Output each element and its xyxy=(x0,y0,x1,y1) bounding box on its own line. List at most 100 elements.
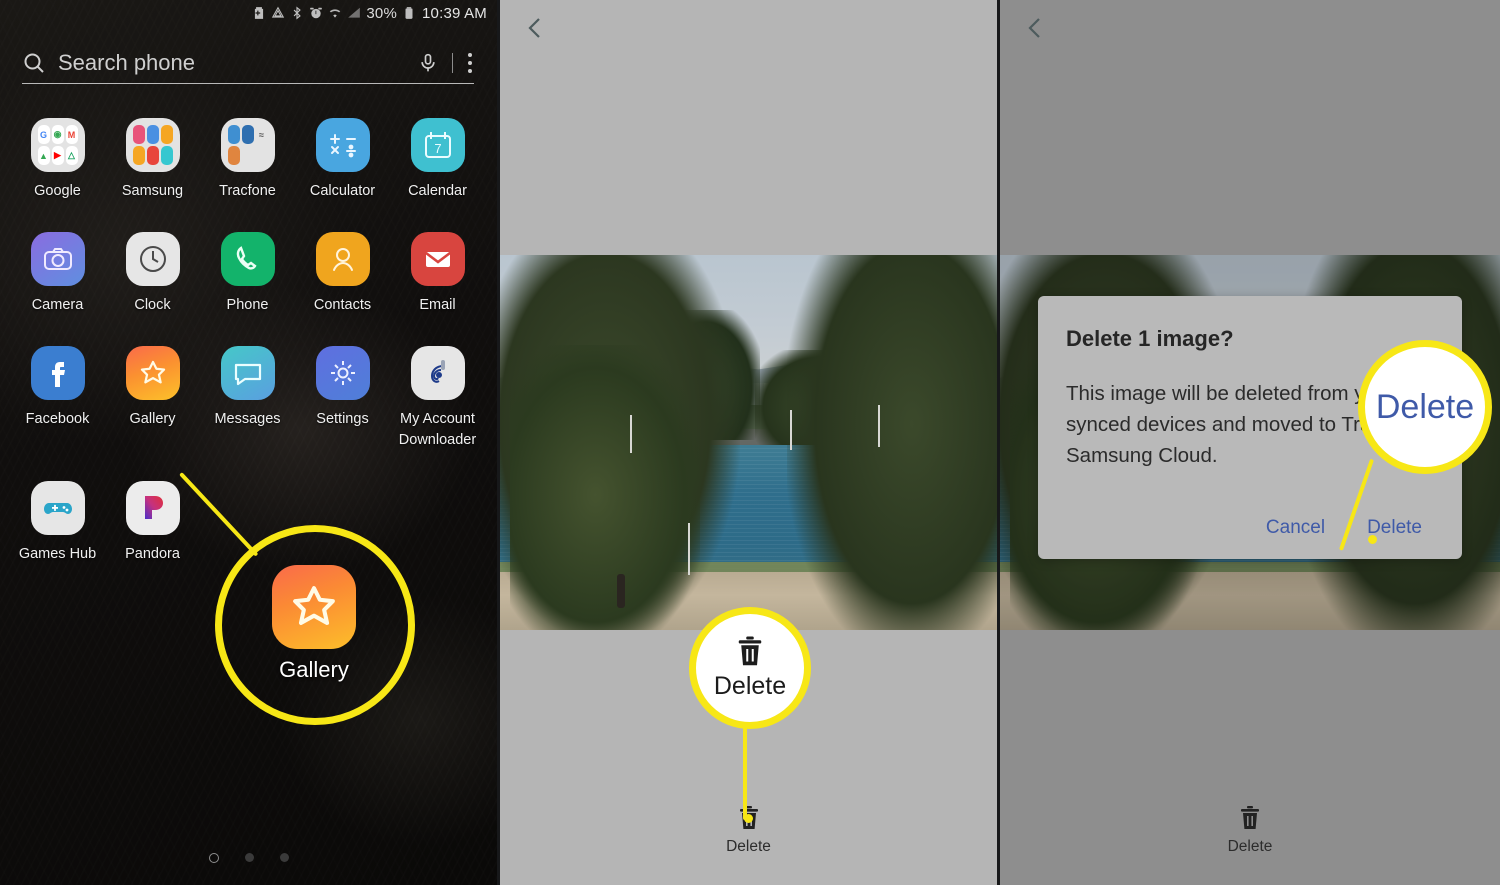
trash-icon xyxy=(1241,805,1259,829)
callout-label: Delete xyxy=(713,672,787,700)
app-facebook[interactable]: Facebook xyxy=(10,346,105,451)
callout-leader-dot-delete-tool xyxy=(744,814,753,823)
delete-button[interactable]: Delete xyxy=(1227,805,1273,856)
page-dot-3[interactable] xyxy=(279,853,289,862)
app-samsung[interactable]: Samsung xyxy=(105,118,200,202)
app-gallery[interactable]: Gallery xyxy=(105,346,200,451)
svg-text:7: 7 xyxy=(434,141,441,156)
gallery-icon xyxy=(125,346,180,401)
app-label: Phone xyxy=(226,297,269,314)
app-label: Calculator xyxy=(309,183,376,199)
callout-label: Delete xyxy=(1375,387,1475,426)
app-games-hub[interactable]: Games Hub xyxy=(10,481,105,565)
data-saver-icon xyxy=(272,6,285,18)
facebook-icon xyxy=(30,346,85,401)
dialog-title: Delete 1 image? xyxy=(1066,326,1234,351)
back-chevron-icon[interactable] xyxy=(1022,14,1048,42)
panel-divider-2 xyxy=(997,0,1000,885)
panel-photo-viewer: Delete xyxy=(500,0,997,885)
app-phone[interactable]: Phone xyxy=(200,232,295,316)
app-row-3: Facebook Gallery Messages Settings My Ac… xyxy=(0,346,497,451)
app-label: Google xyxy=(34,183,81,199)
wifi-icon xyxy=(330,9,341,18)
tracfone-folder-icon: ≈ xyxy=(220,118,275,172)
cancel-button[interactable]: Cancel xyxy=(1266,517,1325,539)
panel-home-screen: 30% 10:39 AM Search phone G ◉ M ▲ ▶ △ Go… xyxy=(0,0,497,885)
app-label: Clock xyxy=(134,297,171,314)
page-dot-2[interactable] xyxy=(244,853,254,862)
settings-icon xyxy=(315,346,370,401)
search-icon xyxy=(24,53,44,73)
app-label: Games Hub xyxy=(18,546,97,563)
calendar-icon: 7 xyxy=(410,118,465,172)
app-label: Messages xyxy=(214,411,281,428)
email-icon xyxy=(410,232,465,287)
app-label: Tracfone xyxy=(219,183,276,199)
camera-icon xyxy=(30,232,85,287)
signal-icon xyxy=(348,7,361,18)
microphone-icon[interactable] xyxy=(418,51,438,75)
delete-button[interactable]: Delete xyxy=(726,805,771,856)
page-indicator xyxy=(0,853,497,863)
app-label: Facebook xyxy=(25,411,90,428)
app-email[interactable]: Email xyxy=(390,232,485,316)
clock-time: 10:39 AM xyxy=(422,4,487,22)
games-hub-icon xyxy=(30,481,85,536)
app-google[interactable]: G ◉ M ▲ ▶ △ Google xyxy=(10,118,105,202)
viewer-top-bar-dim xyxy=(1000,0,1500,60)
my-account-downloader-icon xyxy=(410,346,465,401)
search-bar[interactable]: Search phone xyxy=(22,42,474,84)
app-calculator[interactable]: Calculator xyxy=(295,118,390,202)
status-bar: 30% 10:39 AM xyxy=(0,0,497,26)
more-options-icon[interactable] xyxy=(467,52,472,73)
back-chevron-icon[interactable] xyxy=(522,14,548,42)
callout-delete-tool[interactable]: Delete xyxy=(689,607,811,729)
photo-image[interactable] xyxy=(500,255,997,630)
pandora-icon xyxy=(125,481,180,536)
app-label: Contacts xyxy=(313,297,372,314)
callout-gallery-content[interactable]: Gallery xyxy=(228,538,400,710)
app-label: Calendar xyxy=(408,183,467,199)
page-dot-1[interactable] xyxy=(208,853,219,863)
app-label: Settings xyxy=(316,411,369,428)
app-label: Gallery xyxy=(129,411,176,428)
app-empty-3 xyxy=(390,481,485,565)
contacts-icon xyxy=(315,232,370,287)
gallery-icon xyxy=(272,565,356,649)
app-label: My Account Downloader xyxy=(398,411,477,449)
app-calendar[interactable]: 7 Calendar xyxy=(390,118,485,202)
delete-label: Delete xyxy=(726,837,771,855)
app-grid: G ◉ M ▲ ▶ △ Google Samsung ≈ Tracfone Ca… xyxy=(0,118,497,595)
phone-icon xyxy=(220,232,275,287)
app-pandora[interactable]: Pandora xyxy=(105,481,200,565)
google-folder-icon: G ◉ M ▲ ▶ △ xyxy=(30,118,85,172)
app-clock[interactable]: Clock xyxy=(105,232,200,316)
trash-icon xyxy=(738,636,762,666)
app-tracfone[interactable]: ≈ Tracfone xyxy=(200,118,295,202)
callout-label: Gallery xyxy=(279,657,349,682)
app-camera[interactable]: Camera xyxy=(10,232,105,316)
viewer-top-bar xyxy=(500,0,997,60)
clock-icon xyxy=(125,232,180,287)
app-label: Camera xyxy=(31,297,84,314)
callout-leader-dot-delete-dialog xyxy=(1368,535,1377,544)
search-input-placeholder[interactable]: Search phone xyxy=(58,50,418,76)
app-row-2: Camera Clock Phone Contacts Email xyxy=(0,232,497,316)
callout-delete-dialog[interactable]: Delete xyxy=(1358,340,1492,474)
app-contacts[interactable]: Contacts xyxy=(295,232,390,316)
viewer-toolbar-dim: Delete xyxy=(1000,775,1500,885)
viewer-toolbar: Delete xyxy=(500,775,997,885)
app-my-account-downloader[interactable]: My Account Downloader xyxy=(390,346,485,451)
battery-icon xyxy=(405,7,413,19)
app-label: Email xyxy=(419,297,456,314)
app-messages[interactable]: Messages xyxy=(200,346,295,451)
app-label: Pandora xyxy=(125,546,180,563)
app-settings[interactable]: Settings xyxy=(295,346,390,451)
alarm-icon xyxy=(310,7,323,19)
delete-label: Delete xyxy=(1227,837,1273,855)
samsung-folder-icon xyxy=(125,118,180,172)
battery-saver-icon xyxy=(255,7,264,19)
calculator-icon xyxy=(315,118,370,172)
messages-icon xyxy=(220,346,275,401)
search-divider xyxy=(452,52,453,73)
